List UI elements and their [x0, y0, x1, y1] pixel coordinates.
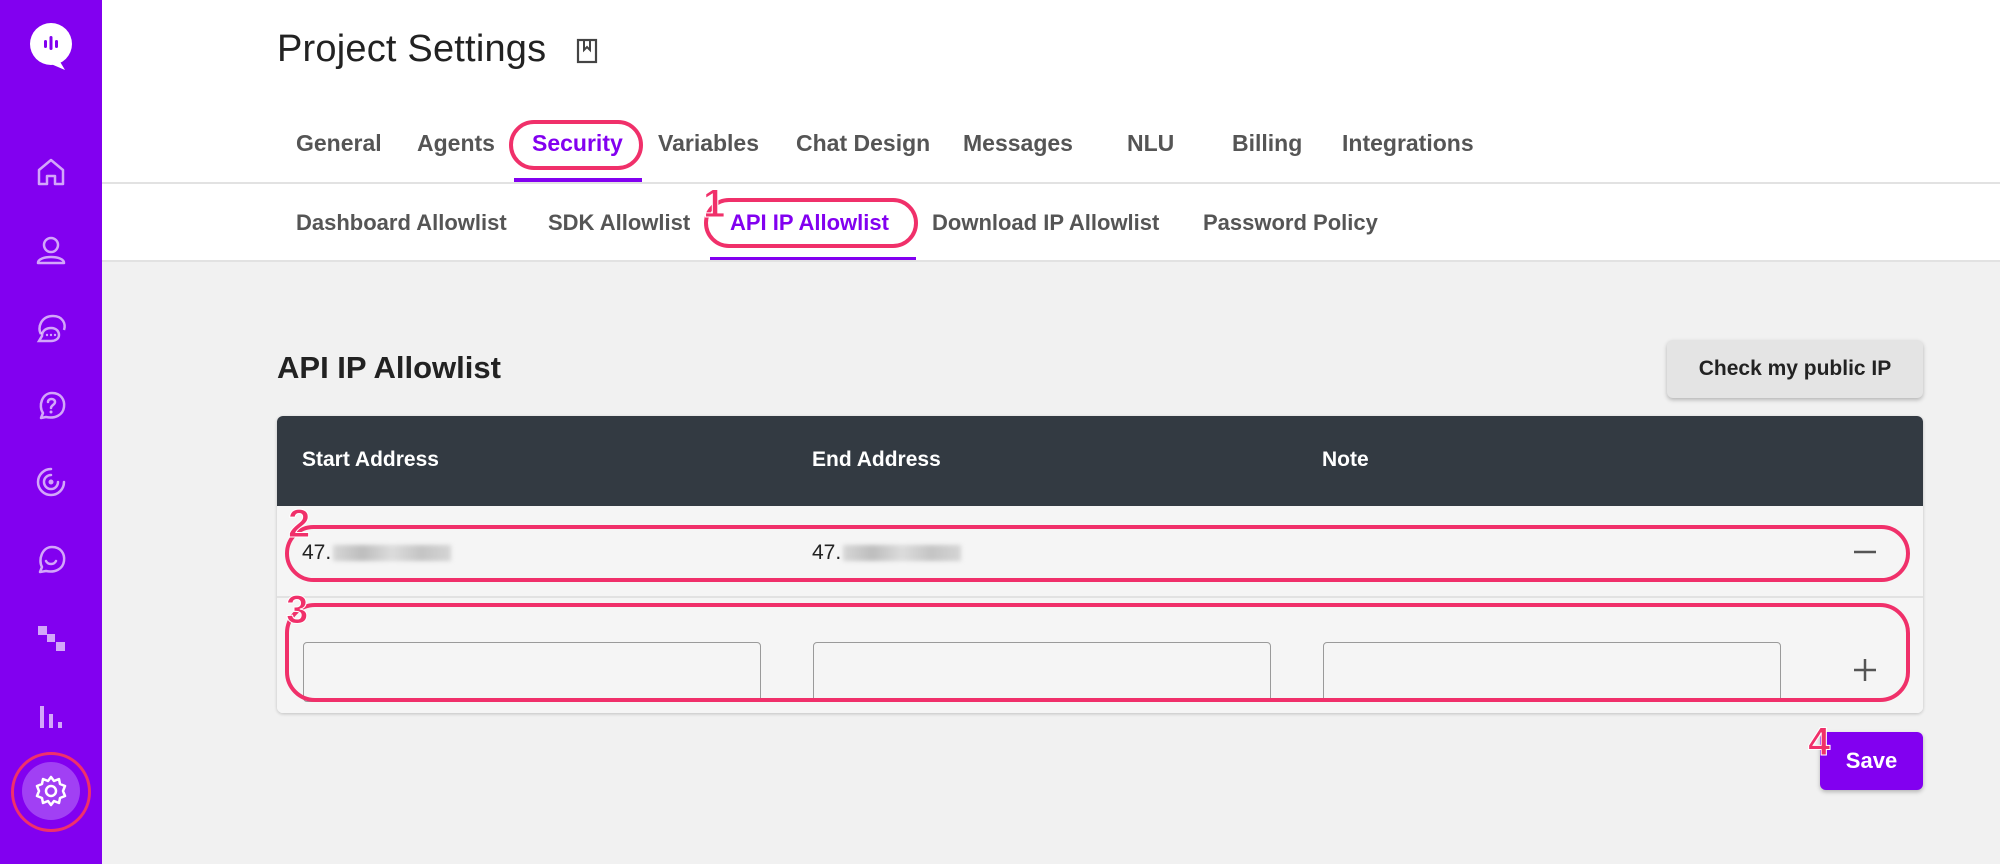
target-icon[interactable]: [31, 462, 71, 502]
end-address-value: 47.: [812, 541, 842, 564]
chat-icon[interactable]: [31, 308, 71, 348]
home-icon[interactable]: [31, 152, 71, 192]
sidebar: [0, 0, 102, 864]
page-header: Project Settings General Agents Security…: [102, 0, 2000, 262]
subtab-api-ip-allowlist[interactable]: API IP Allowlist: [730, 210, 889, 236]
allowlist-table: Start Address End Address Note 47. 47.: [277, 416, 1923, 713]
section-title: API IP Allowlist: [277, 350, 501, 385]
note-input[interactable]: [1323, 642, 1781, 702]
start-address-input[interactable]: [303, 642, 761, 702]
subtab-dashboard-allowlist[interactable]: Dashboard Allowlist: [296, 210, 507, 236]
end-address-input[interactable]: [813, 642, 1271, 702]
new-entry-row: [277, 598, 1923, 713]
annotation-number-4: 4: [1807, 720, 1831, 765]
users-icon[interactable]: [31, 230, 71, 270]
annotation-number-3: 3: [285, 588, 309, 633]
column-header-start-address: Start Address: [302, 448, 439, 471]
help-icon[interactable]: [31, 386, 71, 426]
redacted-ip: [843, 545, 962, 561]
logo-icon: [29, 22, 73, 72]
plus-icon: [1854, 659, 1876, 681]
tab-chat-design[interactable]: Chat Design: [796, 130, 930, 157]
check-public-ip-button[interactable]: Check my public IP: [1667, 340, 1923, 398]
column-header-note: Note: [1322, 448, 1369, 471]
subtab-sdk-allowlist[interactable]: SDK Allowlist: [548, 210, 690, 236]
add-row-button[interactable]: [1849, 654, 1881, 686]
page-title: Project Settings: [277, 28, 547, 70]
table-header: Start Address End Address Note: [277, 416, 1923, 506]
annotation-number-1: 1: [702, 182, 726, 227]
end-address-cell: 47.: [812, 541, 962, 565]
start-address-cell: 47.: [302, 541, 452, 565]
subtab-password-policy[interactable]: Password Policy: [1203, 210, 1378, 236]
subtabs-divider: [102, 260, 2000, 262]
redacted-ip: [333, 545, 452, 561]
tab-security[interactable]: Security: [532, 130, 623, 157]
minus-icon: [1854, 550, 1876, 554]
tab-nlu[interactable]: NLU: [1127, 130, 1174, 157]
flow-icon[interactable]: [31, 618, 71, 658]
analytics-icon[interactable]: [31, 696, 71, 736]
save-button[interactable]: Save: [1820, 732, 1923, 790]
bookmark-icon[interactable]: [576, 38, 598, 64]
subtab-download-ip-allowlist[interactable]: Download IP Allowlist: [932, 210, 1159, 236]
tab-billing[interactable]: Billing: [1232, 130, 1302, 157]
settings-icon[interactable]: [22, 762, 80, 820]
conversation-icon[interactable]: [31, 540, 71, 580]
column-header-end-address: End Address: [812, 448, 941, 471]
annotation-number-2: 2: [287, 502, 311, 547]
tabs-divider: [102, 182, 2000, 184]
tab-integrations[interactable]: Integrations: [1342, 130, 1474, 157]
tab-agents[interactable]: Agents: [417, 130, 495, 157]
tab-messages[interactable]: Messages: [963, 130, 1073, 157]
table-row: 47. 47.: [277, 506, 1923, 598]
remove-row-button[interactable]: [1849, 536, 1881, 568]
tab-general[interactable]: General: [296, 130, 382, 157]
tab-variables[interactable]: Variables: [658, 130, 759, 157]
